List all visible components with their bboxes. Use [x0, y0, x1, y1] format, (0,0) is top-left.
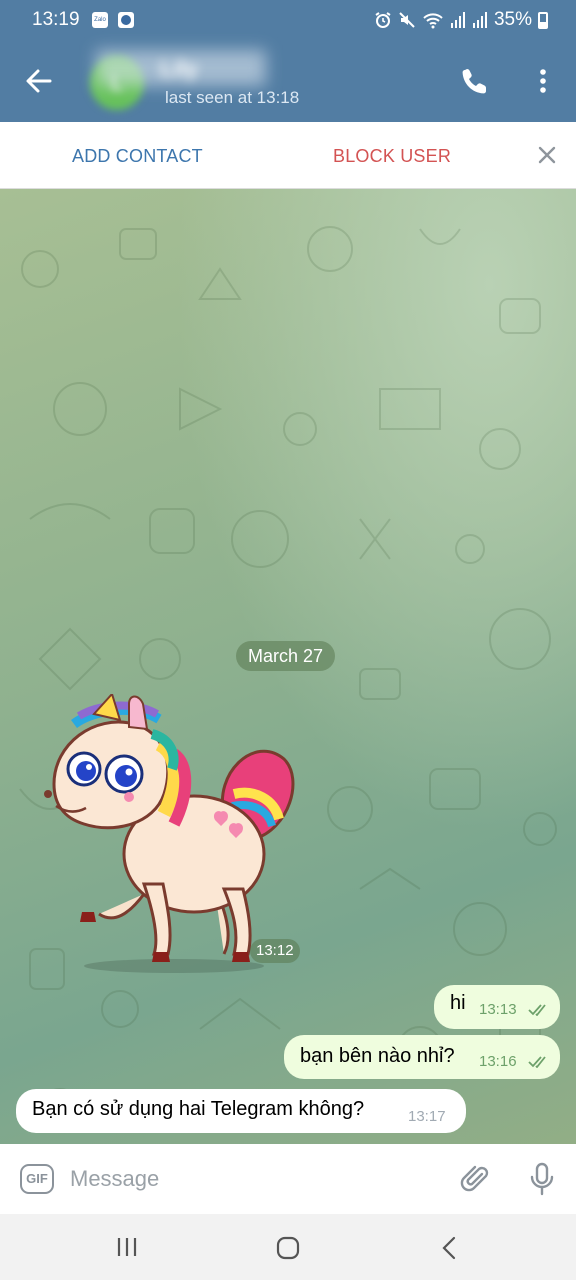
message-bubble-incoming[interactable]: Bạn có sử dụng hai Telegram không? 13:17	[16, 1089, 466, 1133]
battery-percent: 35%	[493, 9, 532, 30]
signal-icon	[472, 12, 487, 28]
chat-header: L Lily last seen at 13:18	[0, 42, 576, 122]
last-seen-status: last seen at 13:18	[165, 88, 300, 107]
signal-icon	[450, 12, 465, 28]
message-text: hi	[450, 992, 466, 1014]
block-user-button[interactable]: BLOCK USER	[333, 146, 451, 167]
telegram-chat-screen: 13:19 Zalo 35% L Lily last seen at 13:18…	[0, 0, 576, 1280]
battery-icon	[538, 11, 548, 29]
message-input-bar: GIF	[0, 1144, 576, 1214]
date-separator: March 27	[236, 641, 336, 671]
more-vert-icon[interactable]	[528, 66, 558, 96]
add-contact-button[interactable]: ADD CONTACT	[72, 146, 203, 167]
sticker-time: 13:12	[250, 939, 300, 963]
unicorn-sticker[interactable]	[34, 694, 304, 974]
contact-name[interactable]: Lily	[160, 56, 198, 82]
mic-icon[interactable]	[526, 1162, 558, 1196]
message-text: Bạn có sử dụng hai Telegram không?	[32, 1098, 365, 1120]
chat-area[interactable]: March 27 13:12 hi 13:13 bạn bên nào nhỉ?…	[0, 189, 576, 1144]
status-time: 13:19	[32, 9, 80, 30]
messenger-icon	[118, 12, 134, 28]
message-time: 13:17	[408, 1108, 446, 1125]
contact-action-bar: ADD CONTACT BLOCK USER	[0, 122, 576, 189]
nav-back-icon[interactable]	[440, 1236, 460, 1260]
status-icons: 35%	[374, 9, 548, 31]
read-checks-icon	[528, 1056, 546, 1068]
read-checks-icon	[528, 1004, 546, 1016]
message-time: 13:13	[479, 1001, 517, 1018]
back-arrow-icon[interactable]	[22, 64, 56, 98]
close-icon[interactable]	[536, 144, 558, 166]
zalo-icon: Zalo	[92, 12, 108, 28]
message-bubble-outgoing[interactable]: bạn bên nào nhỉ? 13:16	[284, 1035, 560, 1079]
status-bar: 13:19 Zalo 35%	[0, 0, 576, 42]
alarm-icon	[375, 12, 391, 28]
attach-icon[interactable]	[458, 1162, 492, 1196]
mute-icon	[399, 12, 415, 28]
message-input[interactable]	[70, 1160, 430, 1198]
recent-apps-icon[interactable]	[116, 1236, 138, 1258]
message-time: 13:16	[479, 1053, 517, 1070]
message-text: bạn bên nào nhỉ?	[300, 1045, 455, 1067]
phone-icon[interactable]	[460, 66, 490, 96]
wifi-icon	[423, 13, 443, 29]
message-bubble-outgoing[interactable]: hi 13:13	[434, 985, 560, 1029]
home-icon[interactable]	[276, 1236, 300, 1260]
gif-button[interactable]: GIF	[20, 1164, 54, 1194]
system-nav-bar	[0, 1214, 576, 1280]
